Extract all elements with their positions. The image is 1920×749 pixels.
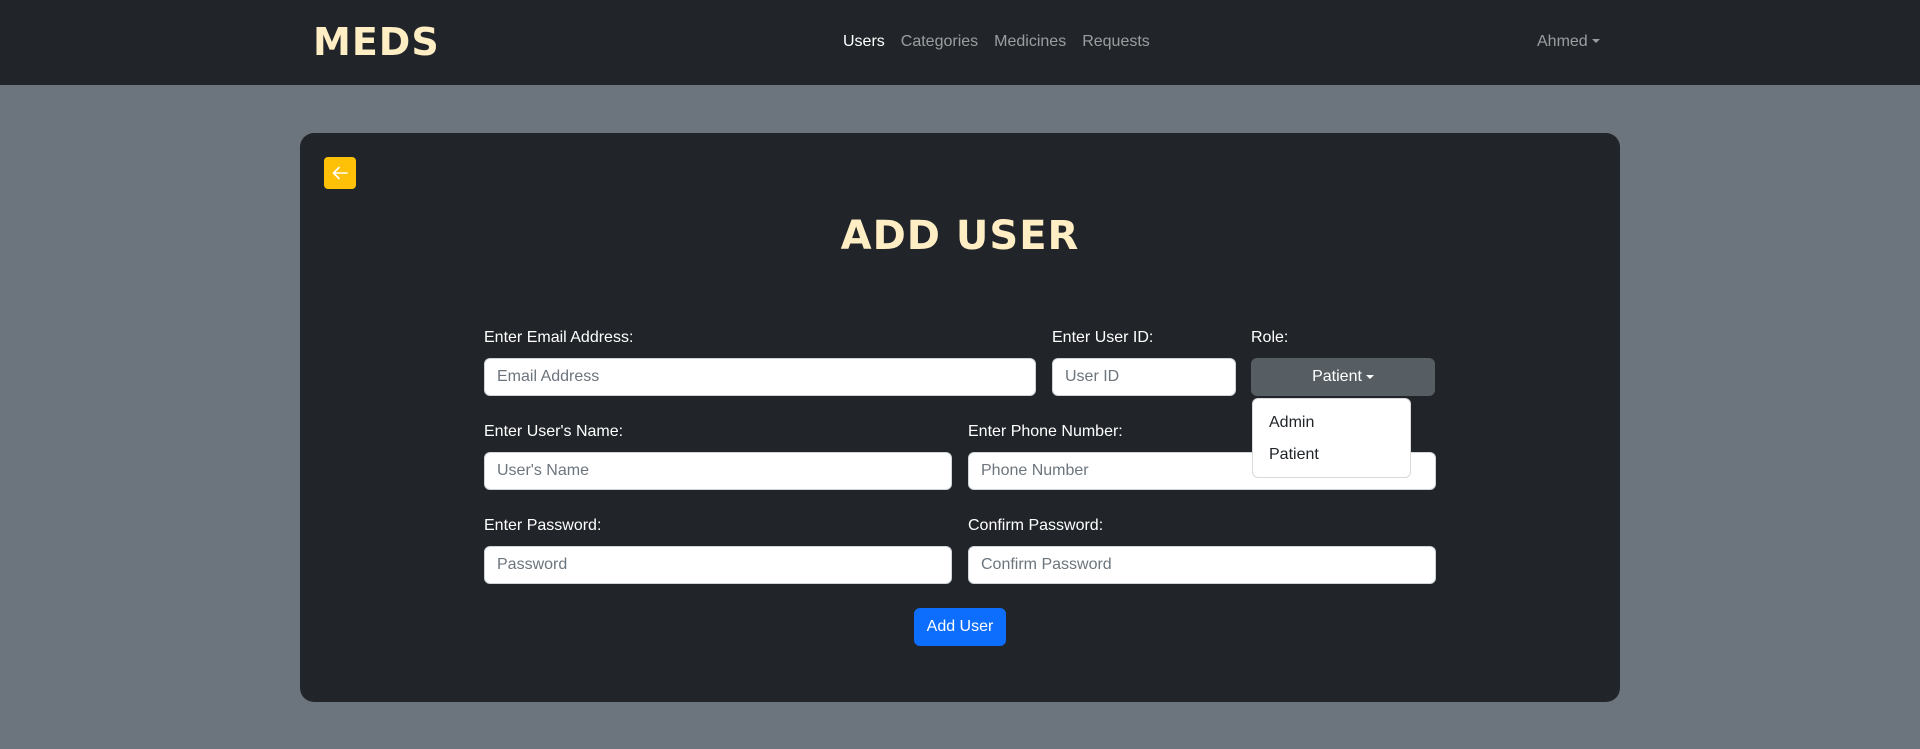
name-input[interactable] (484, 452, 952, 490)
email-input[interactable] (484, 358, 1036, 396)
password-input[interactable] (484, 546, 952, 584)
arrow-left-icon (332, 166, 348, 180)
top-navbar: MEDS Users Categories Medicines Requests… (0, 0, 1920, 85)
phone-label: Enter Phone Number: (968, 423, 1123, 440)
user-menu-dropdown[interactable]: Ahmed (1537, 32, 1600, 52)
back-button[interactable] (324, 157, 356, 189)
role-label: Role: (1251, 329, 1289, 346)
add-user-button[interactable]: Add User (914, 608, 1006, 646)
role-selected: Patient (1312, 368, 1362, 385)
role-dropdown-menu: Admin Patient (1252, 398, 1411, 478)
nav-link-requests[interactable]: Requests (1082, 32, 1150, 52)
role-option-admin[interactable]: Admin (1253, 407, 1410, 439)
password-label: Enter Password: (484, 517, 602, 534)
nav-links: Users Categories Medicines Requests (843, 32, 1150, 52)
user-id-label: Enter User ID: (1052, 329, 1154, 346)
caret-down-icon (1365, 375, 1374, 379)
caret-down-icon (1591, 39, 1600, 43)
page-title: ADD USER (840, 213, 1080, 259)
nav-link-medicines[interactable]: Medicines (994, 32, 1066, 52)
role-option-patient[interactable]: Patient (1253, 439, 1410, 471)
nav-link-users[interactable]: Users (843, 32, 885, 52)
user-menu-label: Ahmed (1537, 33, 1588, 50)
name-label: Enter User's Name: (484, 423, 624, 440)
nav-link-categories[interactable]: Categories (901, 32, 978, 52)
user-id-input[interactable] (1052, 358, 1236, 396)
confirm-password-input[interactable] (968, 546, 1436, 584)
confirm-password-label: Confirm Password: (968, 517, 1104, 534)
role-dropdown-button[interactable]: Patient (1251, 358, 1435, 396)
email-label: Enter Email Address: (484, 329, 634, 346)
brand-logo[interactable]: MEDS (313, 18, 440, 66)
add-user-card: ADD USER Enter Email Address: Enter User… (300, 133, 1620, 702)
